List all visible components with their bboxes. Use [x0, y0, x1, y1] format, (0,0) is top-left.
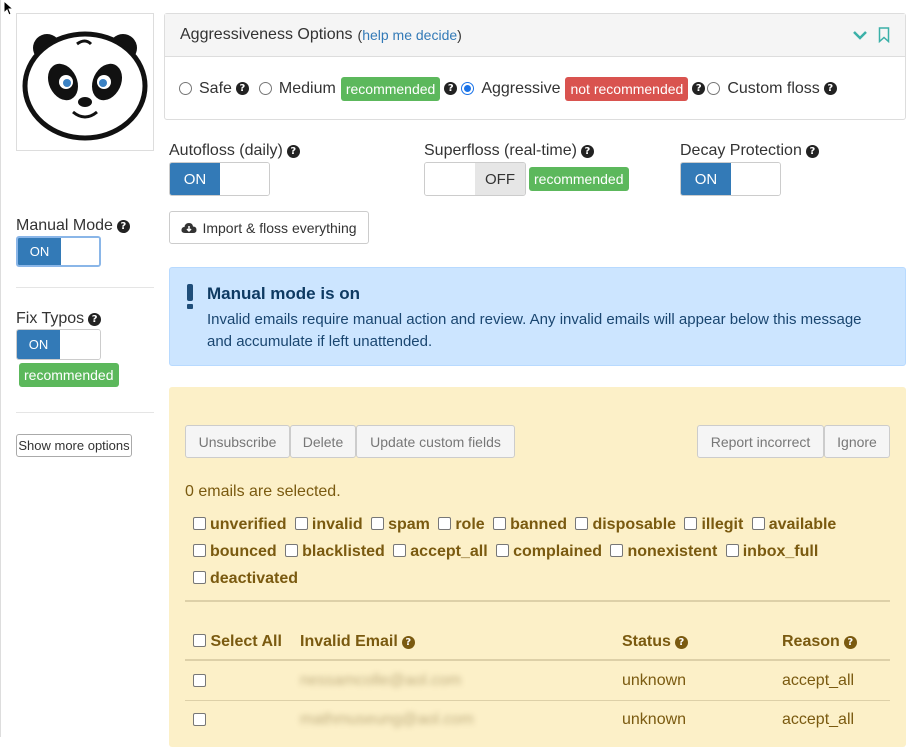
radio-aggressive-label: Aggressive [481, 79, 561, 97]
filter-disposable[interactable]: disposable [575, 516, 680, 533]
panda-logo [16, 13, 154, 151]
filter-accept-all[interactable]: accept_all [393, 543, 491, 560]
radio-aggressive[interactable] [461, 82, 475, 95]
header-reason: Reason? [782, 633, 857, 651]
row-status: unknown [622, 711, 687, 728]
table-row: mathmuseung@aol.com unknown accept_all [185, 702, 890, 740]
filter-spam[interactable]: spam [371, 516, 434, 533]
select-all[interactable]: Select All [193, 633, 282, 651]
manual-mode-toggle[interactable]: ON [16, 236, 101, 267]
filter-role[interactable]: role [438, 516, 488, 533]
unsubscribe-button[interactable]: Unsubscribe [185, 425, 290, 458]
not-recommended-badge: not recommended [565, 76, 689, 101]
help-icon[interactable]: ? [843, 636, 857, 649]
radio-medium-label: Medium [278, 79, 336, 97]
filter-bounced[interactable]: bounced [193, 543, 281, 560]
exclamation-icon [186, 284, 194, 309]
help-icon[interactable]: ? [444, 82, 458, 95]
filter-invalid[interactable]: invalid [294, 516, 367, 533]
superfloss-recommended-badge: recommended [529, 167, 629, 191]
decay-protection-toggle[interactable]: ON [680, 162, 781, 196]
toggle-on: ON [17, 330, 60, 359]
help-me-decide-link[interactable]: help me decide [362, 27, 457, 43]
alert-title: Manual mode is on [207, 284, 361, 303]
sidebar-divider [16, 412, 154, 413]
aggressiveness-panel: Aggressiveness Options (help me decide) … [164, 13, 906, 120]
selected-count: 0 emails are selected. [185, 483, 341, 500]
radio-safe-label: Safe [199, 79, 232, 97]
filter-illegit[interactable]: illegit [684, 516, 747, 533]
panda-icon [22, 31, 148, 141]
manual-mode-label: Manual Mode? [16, 217, 130, 235]
radio-row: Safe ? Medium recommended ? Aggressive n… [165, 57, 905, 120]
superfloss-toggle[interactable]: OFF [424, 162, 526, 196]
toggle-on: ON [170, 163, 220, 195]
report-incorrect-button[interactable]: Report incorrect [697, 425, 824, 458]
fix-typos-label: Fix Typos? [16, 310, 102, 328]
ignore-button[interactable]: Ignore [824, 425, 890, 458]
header-status: Status? [622, 633, 688, 651]
cursor-icon [3, 0, 15, 16]
filters-divider [185, 600, 890, 602]
status-filters: unverified invalid spam role banned disp… [193, 511, 873, 592]
row-reason: accept_all [782, 672, 855, 689]
row-checkbox[interactable] [193, 674, 206, 687]
radio-custom-label: Custom floss [727, 79, 820, 97]
autofloss-toggle[interactable]: ON [169, 162, 270, 196]
row-email: nessamcolle@aol.com [300, 672, 462, 689]
left-border [0, 0, 1, 737]
table-header: Select All Invalid Email? Status? Reason… [185, 629, 890, 661]
help-icon[interactable]: ? [674, 636, 688, 649]
filter-unverified[interactable]: unverified [193, 516, 290, 533]
row-checkbox[interactable] [193, 713, 206, 726]
show-more-options-button[interactable]: Show more options [16, 434, 132, 457]
delete-button[interactable]: Delete [290, 425, 356, 458]
filter-nonexistent[interactable]: nonexistent [610, 543, 721, 560]
panel-title: Aggressiveness Options [180, 26, 353, 43]
alert-body: Invalid emails require manual action and… [207, 311, 862, 350]
toggle-on: ON [681, 163, 731, 195]
row-status: unknown [622, 672, 687, 689]
import-floss-button[interactable]: Import & floss everything [169, 211, 369, 244]
help-icon[interactable]: ? [235, 82, 249, 95]
row-email: mathmuseung@aol.com [300, 711, 474, 728]
help-icon[interactable]: ? [805, 145, 819, 158]
help-icon[interactable]: ? [286, 145, 300, 158]
toggle-off: OFF [475, 163, 525, 195]
filter-deactivated[interactable]: deactivated [193, 570, 302, 587]
chevron-down-icon[interactable] [852, 29, 868, 41]
row-reason: accept_all [782, 711, 855, 728]
decay-protection-label: Decay Protection? [680, 142, 819, 160]
recommended-badge: recommended [340, 76, 441, 101]
help-icon[interactable]: ? [401, 636, 415, 649]
radio-safe[interactable] [179, 82, 192, 95]
filter-banned[interactable]: banned [493, 516, 571, 533]
manual-mode-alert: Manual mode is on Invalid emails require… [169, 267, 906, 366]
filter-complained[interactable]: complained [496, 543, 606, 560]
select-all-checkbox[interactable] [193, 634, 206, 647]
filter-inbox-full[interactable]: inbox_full [725, 543, 823, 560]
filter-available[interactable]: available [751, 516, 841, 533]
filter-blacklisted[interactable]: blacklisted [285, 543, 389, 560]
superfloss-label: Superfloss (real-time)? [424, 142, 594, 160]
cloud-download-icon [181, 222, 197, 233]
radio-medium[interactable] [258, 82, 272, 95]
help-icon[interactable]: ? [580, 145, 594, 158]
help-icon[interactable]: ? [692, 82, 706, 95]
table-row: nessamcolle@aol.com unknown accept_all [185, 663, 890, 701]
sidebar-divider [16, 287, 154, 288]
radio-custom-floss[interactable] [707, 82, 721, 95]
toggle-on: ON [18, 238, 61, 265]
panel-header: Aggressiveness Options (help me decide) [165, 14, 905, 57]
help-icon[interactable]: ? [88, 313, 102, 326]
autofloss-label: Autofloss (daily)? [169, 142, 300, 160]
help-icon[interactable]: ? [116, 220, 130, 233]
update-custom-fields-button[interactable]: Update custom fields [356, 425, 515, 458]
fix-typos-toggle[interactable]: ON [16, 329, 101, 360]
help-icon[interactable]: ? [823, 82, 837, 95]
header-invalid-email: Invalid Email? [300, 633, 415, 651]
bookmark-icon[interactable] [878, 27, 890, 43]
fix-typos-recommended-badge: recommended [19, 363, 119, 387]
invalid-emails-panel: Unsubscribe Delete Update custom fields … [169, 387, 906, 747]
